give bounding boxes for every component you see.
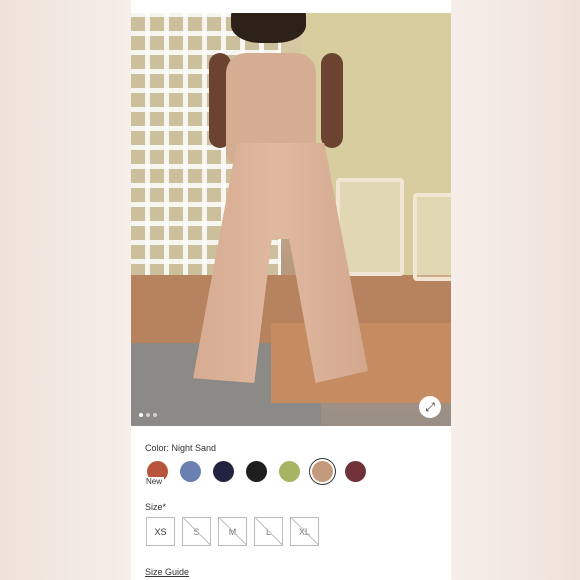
photo-model-arm (321, 53, 343, 148)
gallery-dot[interactable] (146, 413, 150, 417)
swatch-terracotta[interactable]: New (144, 461, 168, 486)
size-label: Size* (145, 502, 167, 512)
swatch-black[interactable] (246, 461, 267, 482)
size-option-xl[interactable]: XL (290, 517, 319, 546)
color-label: Color: Night Sand (145, 443, 217, 453)
size-option-m[interactable]: M (218, 517, 247, 546)
gallery-dot[interactable] (153, 413, 157, 417)
size-option-xs[interactable]: XS (146, 517, 175, 546)
product-image[interactable]: ⤢ (131, 13, 451, 426)
swatch-night-sand[interactable] (312, 461, 333, 482)
expand-icon[interactable]: ⤢ (419, 396, 441, 418)
swatch-blue[interactable] (180, 461, 201, 482)
color-swatches: New (144, 461, 366, 486)
size-options: XS S M L XL (146, 517, 319, 546)
background-left (0, 0, 131, 580)
size-option-l[interactable]: L (254, 517, 283, 546)
product-page: ⤢ Color: Night Sand New Size* XS S M L XL Si… (131, 0, 451, 580)
photo-chair (413, 193, 451, 281)
size-option-s[interactable]: S (182, 517, 211, 546)
gallery-dots (139, 413, 157, 417)
photo-model-hair (231, 13, 306, 43)
size-guide-link[interactable]: Size Guide (145, 567, 189, 577)
new-badge: New (144, 477, 165, 486)
gallery-dot[interactable] (139, 413, 143, 417)
background-right (449, 0, 580, 580)
swatch-plum[interactable] (345, 461, 366, 482)
swatch-navy[interactable] (213, 461, 234, 482)
swatch-sage[interactable] (279, 461, 300, 482)
